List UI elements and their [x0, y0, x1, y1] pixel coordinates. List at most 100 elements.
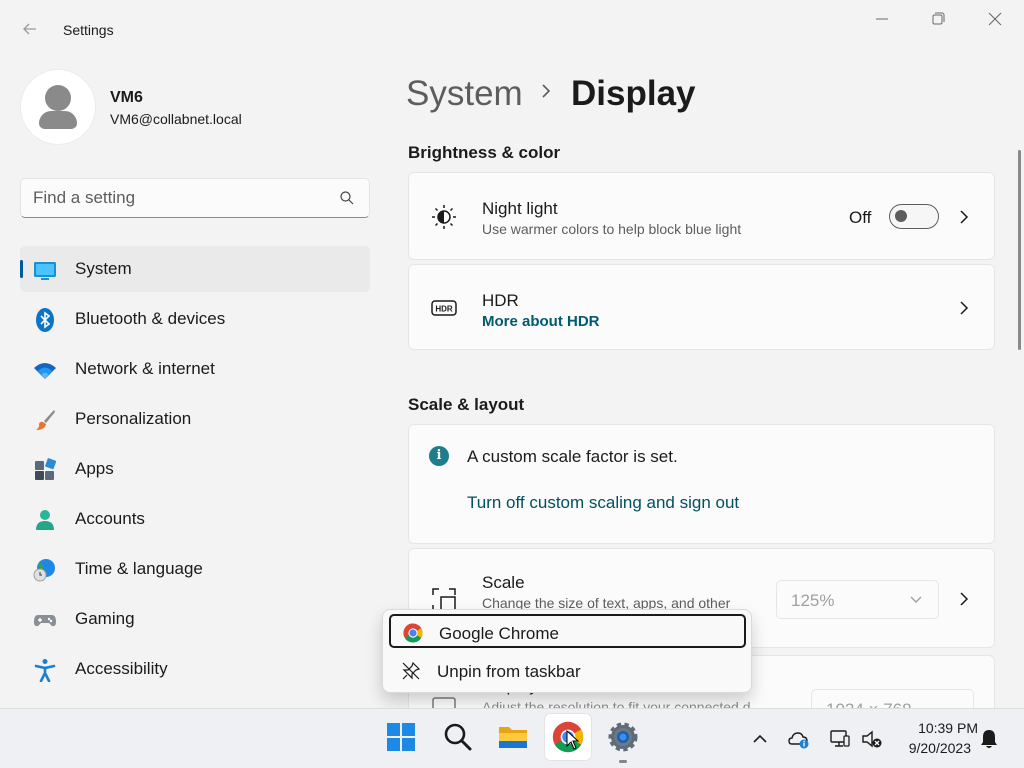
- sidebar-item-system[interactable]: System: [20, 246, 370, 292]
- custom-scale-info-card: i A custom scale factor is set. Turn off…: [408, 424, 995, 544]
- onedrive-icon[interactable]: [788, 728, 810, 750]
- file-explorer-button[interactable]: [490, 714, 536, 760]
- night-light-subtitle: Use warmer colors to help block blue lig…: [482, 221, 742, 237]
- sidebar-item-label: Time & language: [75, 559, 203, 578]
- chevron-down-icon: [910, 596, 922, 603]
- chevron-right-icon[interactable]: [958, 210, 970, 224]
- accounts-icon: [36, 510, 54, 530]
- chevron-right-icon[interactable]: [958, 592, 970, 606]
- taskbar-search-button[interactable]: [435, 714, 481, 760]
- breadcrumb-separator: [538, 80, 554, 109]
- scale-dropdown-value: 125%: [791, 591, 835, 610]
- file-explorer-icon: [499, 727, 527, 748]
- gamepad-icon: [34, 615, 56, 627]
- brush-icon: [36, 410, 55, 430]
- avatar-head: [45, 85, 71, 111]
- scale-title: Scale: [482, 573, 525, 592]
- scrollbar-thumb[interactable]: [1018, 150, 1021, 350]
- taskbar: 10:39 PM 9/20/2023: [0, 708, 1024, 768]
- back-arrow-icon: [23, 23, 36, 35]
- bluetooth-icon: [36, 308, 54, 332]
- hdr-title: HDR: [482, 291, 519, 310]
- chevron-up-icon[interactable]: [749, 728, 771, 750]
- settings-icon: [608, 722, 638, 752]
- unpin-icon: [402, 661, 421, 680]
- running-indicator: [619, 760, 627, 763]
- minimize-button[interactable]: [868, 8, 896, 32]
- minimize-icon: [876, 18, 888, 20]
- night-light-title: Night light: [482, 199, 558, 218]
- night-light-toggle-state: Off: [849, 208, 872, 227]
- restore-icon: [932, 12, 945, 25]
- scale-dropdown[interactable]: 125%: [776, 580, 939, 619]
- back-button[interactable]: [18, 20, 42, 42]
- network-icon[interactable]: [829, 728, 851, 750]
- search-box[interactable]: [20, 178, 370, 218]
- turn-off-scaling-link[interactable]: Turn off custom scaling and sign out: [467, 493, 739, 513]
- menu-item-unpin-from-taskbar[interactable]: Unpin from taskbar: [389, 654, 746, 688]
- user-name: VM6: [110, 89, 143, 106]
- chevron-right-icon[interactable]: [958, 301, 970, 315]
- clock-time[interactable]: 10:39 PM: [898, 720, 978, 736]
- start-icon: [387, 723, 415, 751]
- sidebar-item-time-language[interactable]: Time & language: [20, 546, 370, 592]
- section-title-scale-layout: Scale & layout: [408, 395, 525, 414]
- settings-taskbar-button[interactable]: [600, 714, 646, 763]
- sidebar-item-label: Bluetooth & devices: [75, 309, 226, 328]
- hdr-link[interactable]: More about HDR: [482, 313, 600, 330]
- toggle-knob: [895, 210, 907, 222]
- title-bar: Settings: [0, 0, 1024, 60]
- avatar-body: [39, 111, 77, 129]
- close-button[interactable]: [981, 8, 1009, 32]
- app-title: Settings: [63, 22, 114, 38]
- apps-icon: [35, 458, 57, 480]
- breadcrumb-parent[interactable]: System: [406, 74, 523, 114]
- search-input[interactable]: [33, 187, 333, 209]
- system-icon: [34, 262, 56, 280]
- sidebar-item-label: Apps: [75, 459, 114, 478]
- taskbar-context-menu: Google Chrome Unpin from taskbar: [382, 609, 752, 693]
- sidebar-item-gaming[interactable]: Gaming: [20, 596, 370, 642]
- sidebar-item-personalization[interactable]: Personalization: [20, 396, 370, 442]
- close-icon: [988, 12, 1002, 26]
- hdr-card[interactable]: HDR HDR More about HDR: [408, 264, 995, 350]
- page-title: Display: [571, 74, 696, 113]
- sidebar-item-accounts[interactable]: Accounts: [20, 496, 370, 542]
- accessibility-icon: [34, 659, 56, 682]
- chrome-icon: [403, 623, 423, 643]
- info-icon: i: [429, 446, 449, 466]
- menu-item-label: Google Chrome: [439, 624, 560, 643]
- custom-scale-info-text: A custom scale factor is set.: [467, 447, 678, 466]
- night-light-card[interactable]: Night light Use warmer colors to help bl…: [408, 172, 995, 260]
- sidebar-item-label: Gaming: [75, 609, 135, 628]
- active-indicator: [20, 260, 23, 278]
- sidebar-item-accessibility[interactable]: Accessibility: [20, 646, 370, 692]
- sidebar-item-label: Personalization: [75, 409, 192, 428]
- svg-text:HDR: HDR: [435, 305, 453, 314]
- chevron-right-icon: [542, 84, 551, 98]
- restore-button[interactable]: [924, 8, 952, 32]
- sidebar-item-label: Accounts: [75, 509, 145, 528]
- start-button[interactable]: [378, 714, 424, 760]
- mouse-cursor-icon: [566, 730, 580, 750]
- volume-muted-icon[interactable]: [861, 728, 883, 750]
- search-icon[interactable]: [339, 190, 355, 206]
- search-icon: [444, 723, 472, 751]
- notification-icon[interactable]: [978, 728, 1000, 750]
- sidebar-item-apps[interactable]: Apps: [20, 446, 370, 492]
- night-light-icon: [432, 205, 456, 229]
- globe-clock-icon: [33, 559, 55, 582]
- sidebar-item-label: Network & internet: [75, 359, 215, 378]
- menu-item-google-chrome[interactable]: Google Chrome: [389, 614, 746, 648]
- hdr-icon: HDR: [431, 300, 457, 316]
- sidebar-item-label: System: [75, 259, 132, 278]
- menu-item-label: Unpin from taskbar: [437, 662, 581, 681]
- user-email: VM6@collabnet.local: [110, 111, 242, 127]
- sidebar-item-bluetooth[interactable]: Bluetooth & devices: [20, 296, 370, 342]
- section-title-brightness: Brightness & color: [408, 143, 561, 162]
- clock-date[interactable]: 9/20/2023: [898, 740, 971, 756]
- avatar[interactable]: [21, 70, 95, 144]
- night-light-toggle[interactable]: [889, 204, 939, 229]
- sidebar-item-label: Accessibility: [75, 659, 168, 678]
- sidebar-item-network[interactable]: Network & internet: [20, 346, 370, 392]
